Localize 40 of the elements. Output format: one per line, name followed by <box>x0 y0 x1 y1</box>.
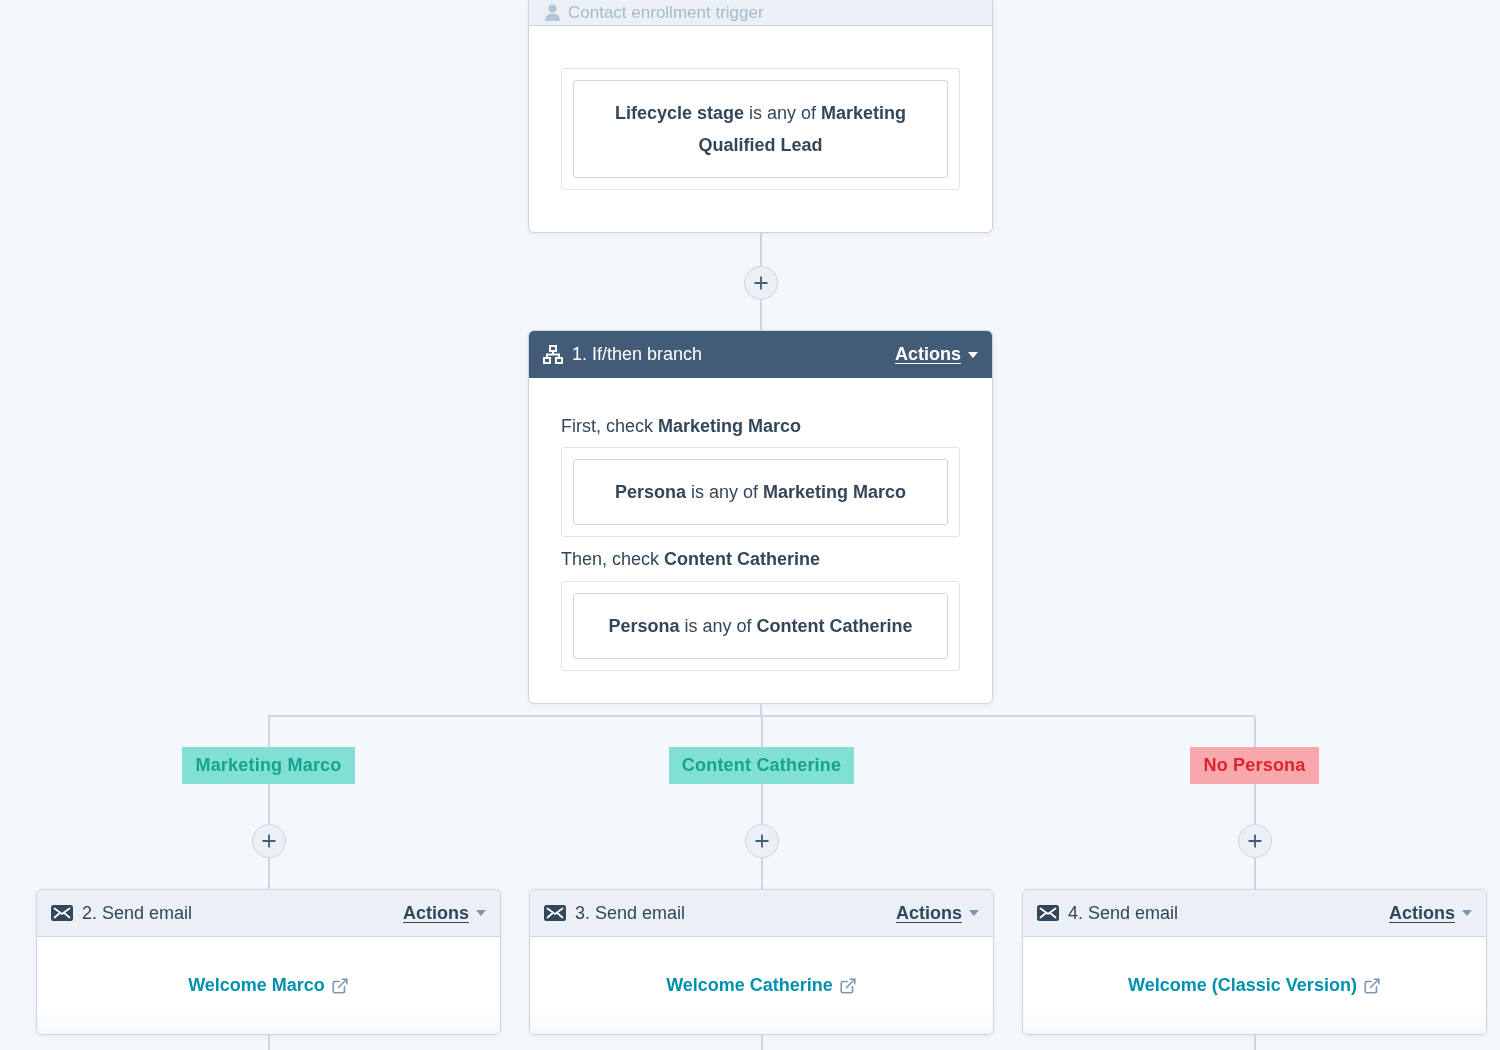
plus-icon <box>753 276 768 290</box>
plus-icon <box>1247 834 1262 848</box>
card-title: Contact enrollment trigger <box>568 2 764 23</box>
add-step-button[interactable] <box>1237 824 1272 858</box>
external-link-icon <box>330 976 349 995</box>
actions-dropdown[interactable]: Actions <box>1389 902 1472 924</box>
envelope-icon <box>1037 905 1059 921</box>
actions-dropdown[interactable]: Actions <box>896 902 979 924</box>
add-step-button[interactable] <box>744 824 779 858</box>
filter-text: Persona is any of Content Catherine <box>608 616 913 636</box>
check-heading: Then, check Content Catherine <box>561 549 821 569</box>
email-link[interactable]: Welcome (Classic Version) <box>1128 975 1381 996</box>
caret-icon <box>969 910 979 916</box>
actions-dropdown[interactable]: Actions <box>403 902 486 924</box>
card-title: 3. Send email <box>575 902 686 924</box>
branch-label: No Persona <box>1190 747 1319 784</box>
envelope-icon <box>51 905 73 921</box>
filter-text: Persona is any of Marketing Marco <box>614 482 907 502</box>
envelope-icon <box>544 905 566 921</box>
filter-text: Lifecycle stage is any of Marketing Qualified Lead <box>614 103 907 155</box>
branch-icon <box>543 345 563 364</box>
branch-label: Marketing Marco <box>182 747 355 784</box>
external-link-icon <box>838 976 857 995</box>
plus-icon <box>261 834 276 848</box>
caret-icon <box>476 910 486 916</box>
card-title: 2. Send email <box>82 902 193 924</box>
plus-icon <box>754 834 769 848</box>
branch-label: Content Catherine <box>668 747 855 784</box>
actions-dropdown[interactable]: Actions <box>895 344 978 365</box>
check-heading: First, check Marketing Marco <box>561 416 802 436</box>
card-title: 1. If/then branch <box>572 344 703 365</box>
add-step-button[interactable] <box>251 824 286 858</box>
email-link[interactable]: Welcome Catherine <box>666 975 857 996</box>
caret-icon <box>1462 910 1472 916</box>
email-link[interactable]: Welcome Marco <box>188 975 349 996</box>
caret-icon <box>968 351 978 358</box>
person-icon <box>545 4 560 21</box>
add-step-button[interactable] <box>743 266 778 300</box>
external-link-icon <box>1362 976 1381 995</box>
card-title: 4. Send email <box>1068 902 1179 924</box>
